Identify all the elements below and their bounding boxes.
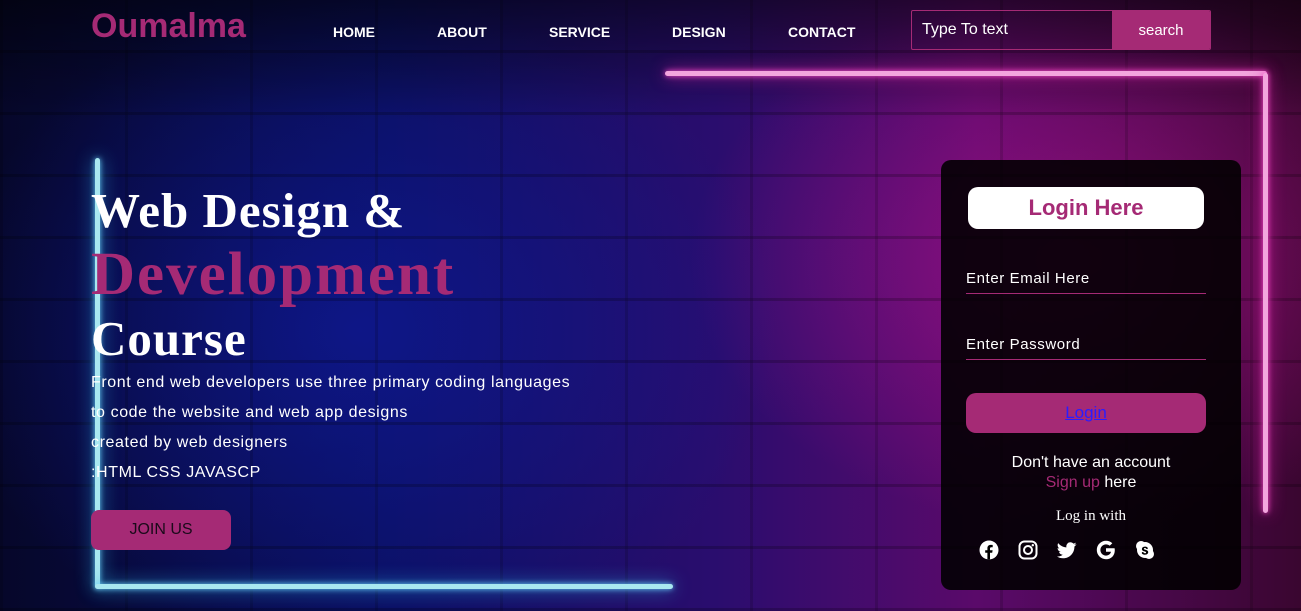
login-with-label: Log in with xyxy=(1056,508,1126,524)
skype-icon[interactable] xyxy=(1135,540,1155,560)
neon-pink-horizontal xyxy=(665,71,1267,76)
twitter-icon[interactable] xyxy=(1057,540,1077,560)
nav-design[interactable]: DESIGN xyxy=(672,24,726,40)
neon-pink-vertical xyxy=(1263,73,1268,513)
nav-service[interactable]: SERVICE xyxy=(549,24,610,40)
login-link[interactable]: Login xyxy=(1065,403,1107,422)
search-bar: search xyxy=(911,10,1211,50)
hero-description-line: created by web designers xyxy=(91,434,288,451)
nav-contact[interactable]: CONTACT xyxy=(788,24,855,40)
join-us-button[interactable]: JOIN US xyxy=(91,510,231,550)
hero-description-line: Front end web developers use three prima… xyxy=(91,374,571,391)
signup-link[interactable]: Sign up xyxy=(1046,474,1100,491)
social-login-icons xyxy=(979,540,1155,560)
email-field[interactable] xyxy=(966,264,1206,294)
hero-title-line2: Development xyxy=(91,241,456,308)
hero-title-line1: Web Design & xyxy=(91,183,406,238)
signup-prompt: Don't have an account Sign up here xyxy=(941,453,1241,493)
facebook-icon[interactable] xyxy=(979,540,999,560)
nav-home[interactable]: HOME xyxy=(333,24,375,40)
search-button[interactable]: search xyxy=(1112,11,1210,49)
signup-suffix: here xyxy=(1099,474,1137,491)
signup-line: Sign up here xyxy=(941,473,1241,493)
login-button[interactable]: Login xyxy=(966,393,1206,433)
hero-description-line: to code the website and web app designs xyxy=(91,404,408,421)
instagram-icon[interactable] xyxy=(1018,540,1038,560)
hero-title-line3: Course xyxy=(91,311,247,366)
password-field[interactable] xyxy=(966,330,1206,360)
login-card: Login Here Login Don't have an account S… xyxy=(941,160,1241,590)
login-title: Login Here xyxy=(968,187,1204,229)
nav-about[interactable]: ABOUT xyxy=(437,24,487,40)
hero-description: Front end web developers use three prima… xyxy=(91,368,570,488)
neon-blue-horizontal xyxy=(95,584,673,589)
search-input[interactable] xyxy=(912,11,1112,49)
no-account-text: Don't have an account xyxy=(1011,454,1171,471)
hero-description-line: :HTML CSS JAVASCP xyxy=(91,464,261,481)
google-icon[interactable] xyxy=(1096,540,1116,560)
logo: Oumalma xyxy=(91,7,246,45)
